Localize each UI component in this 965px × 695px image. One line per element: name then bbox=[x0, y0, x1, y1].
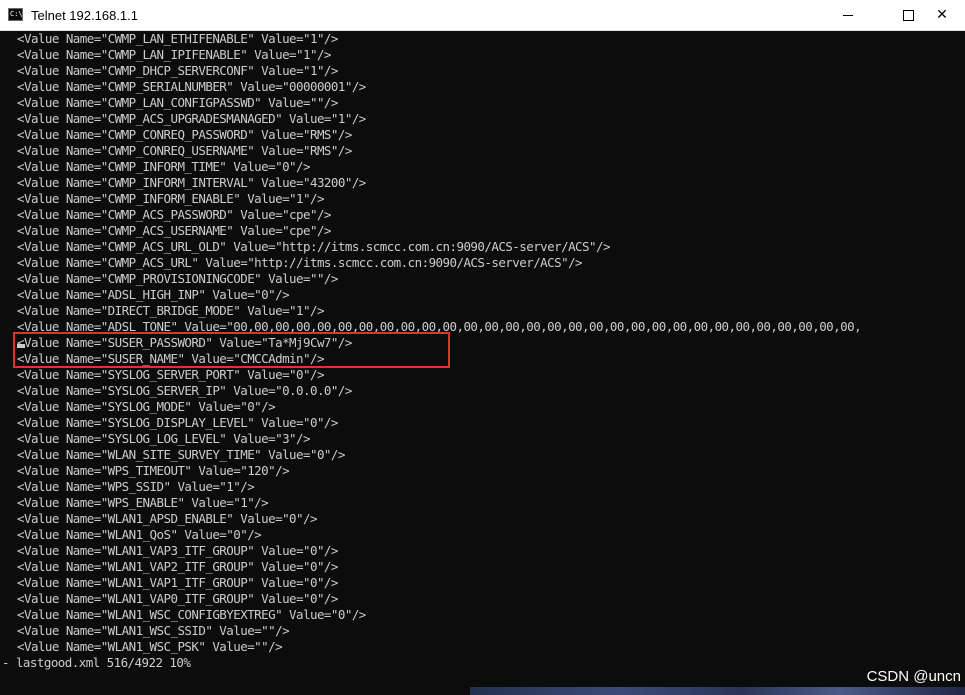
console-line: <Value Name="WPS_TIMEOUT" Value="120"/> bbox=[17, 463, 290, 478]
console-line: <Value Name="ADSL_HIGH_INP" Value="0"/> bbox=[17, 287, 290, 302]
watermark-text: CSDN @uncn bbox=[866, 668, 961, 685]
background-image-strip bbox=[470, 687, 965, 695]
console-line: <Value Name="WLAN1_QoS" Value="0"/> bbox=[17, 527, 262, 542]
minimize-button[interactable] bbox=[825, 0, 871, 31]
console-line: <Value Name="SYSLOG_DISPLAY_LEVEL" Value… bbox=[17, 415, 338, 430]
console-line: <Value Name="CWMP_ACS_PASSWORD" Value="c… bbox=[17, 207, 331, 222]
console-line: <Value Name="DIRECT_BRIDGE_MODE" Value="… bbox=[17, 303, 324, 318]
console-line: <Value Name="CWMP_ACS_USERNAME" Value="c… bbox=[17, 223, 331, 238]
console-line: <Value Name="WLAN_SITE_SURVEY_TIME" Valu… bbox=[17, 447, 345, 462]
console-output[interactable]: <Value Name="CWMP_LAN_ETHIFENABLE" Value… bbox=[0, 31, 965, 695]
console-line: <Value Name="WPS_ENABLE" Value="1"/> bbox=[17, 495, 269, 510]
console-line: <Value Name="SYSLOG_MODE" Value="0"/> bbox=[17, 399, 276, 414]
close-button[interactable]: ✕ bbox=[919, 0, 965, 31]
console-line: <Value Name="CWMP_ACS_URL_OLD" Value="ht… bbox=[17, 239, 610, 254]
title-bar[interactable]: C:\ Telnet 192.168.1.1 ✕ bbox=[0, 0, 965, 31]
pager-status-line: - lastgood.xml 516/4922 10% bbox=[2, 655, 191, 670]
console-line: <Value Name="CWMP_LAN_CONFIGPASSWD" Valu… bbox=[17, 95, 338, 110]
console-line: <Value Name="CWMP_INFORM_ENABLE" Value="… bbox=[17, 191, 324, 206]
console-line: <Value Name="WLAN1_WSC_PSK" Value=""/> bbox=[17, 639, 283, 654]
console-line: <Value Name="CWMP_LAN_IPIFENABLE" Value=… bbox=[17, 47, 331, 62]
console-line: <Value Name="CWMP_ACS_UPGRADESMANAGED" V… bbox=[17, 111, 366, 126]
console-line: <Value Name="CWMP_SERIALNUMBER" Value="0… bbox=[17, 79, 366, 94]
console-line: <Value Name="WLAN1_WSC_CONFIGBYEXTREG" V… bbox=[17, 607, 366, 622]
console-line: <Value Name="WLAN1_VAP0_ITF_GROUP" Value… bbox=[17, 591, 338, 606]
console-line: <Value Name="WLAN1_VAP2_ITF_GROUP" Value… bbox=[17, 559, 338, 574]
console-line: <Value Name="CWMP_ACS_URL" Value="http:/… bbox=[17, 255, 583, 270]
console-line: <Value Name="CWMP_DHCP_SERVERCONF" Value… bbox=[17, 63, 338, 78]
console-line: <Value Name="WPS_SSID" Value="1"/> bbox=[17, 479, 255, 494]
console-line: <Value Name="CWMP_CONREQ_PASSWORD" Value… bbox=[17, 127, 352, 142]
console-line: <Value Name="WLAN1_APSD_ENABLE" Value="0… bbox=[17, 511, 318, 526]
console-line: <Value Name="SYSLOG_SERVER_IP" Value="0.… bbox=[17, 383, 352, 398]
console-line: <Value Name="SYSLOG_SERVER_PORT" Value="… bbox=[17, 367, 324, 382]
window-title: Telnet 192.168.1.1 bbox=[31, 8, 138, 23]
console-line: <Value Name="CWMP_INFORM_TIME" Value="0"… bbox=[17, 159, 311, 174]
console-line: <Value Name="CWMP_CONREQ_USERNAME" Value… bbox=[17, 143, 352, 158]
close-icon: ✕ bbox=[936, 7, 948, 23]
console-app-icon[interactable]: C:\ bbox=[8, 8, 23, 21]
console-line: <Value Name="WLAN1_VAP1_ITF_GROUP" Value… bbox=[17, 575, 338, 590]
minimize-icon bbox=[843, 15, 853, 16]
console-line: <Value Name="WLAN1_VAP3_ITF_GROUP" Value… bbox=[17, 543, 338, 558]
console-line: <Value Name="CWMP_PROVISIONINGCODE" Valu… bbox=[17, 271, 338, 286]
console-line: <Value Name="CWMP_LAN_ETHIFENABLE" Value… bbox=[17, 31, 338, 46]
credentials-highlight-box bbox=[13, 332, 450, 368]
console-line: <Value Name="SYSLOG_LOG_LEVEL" Value="3"… bbox=[17, 431, 311, 446]
maximize-icon bbox=[903, 10, 914, 21]
console-line: <Value Name="CWMP_INFORM_INTERVAL" Value… bbox=[17, 175, 366, 190]
console-line: <Value Name="WLAN1_WSC_SSID" Value=""/> bbox=[17, 623, 290, 638]
telnet-window: C:\ Telnet 192.168.1.1 ✕ <Value Name="CW… bbox=[0, 0, 965, 695]
